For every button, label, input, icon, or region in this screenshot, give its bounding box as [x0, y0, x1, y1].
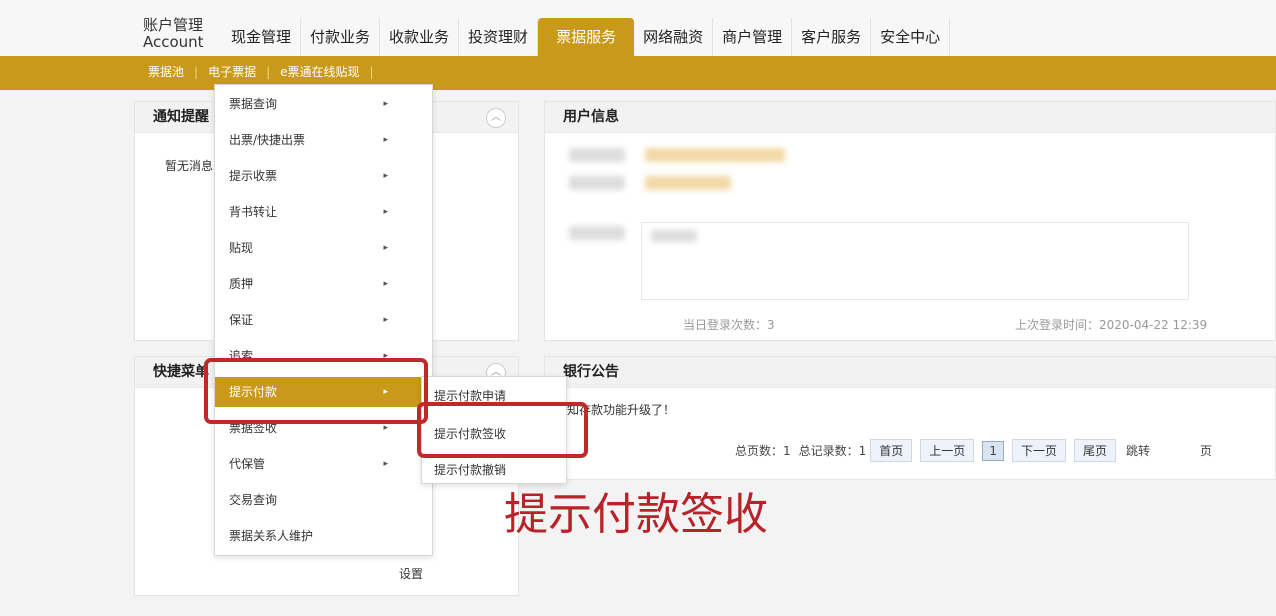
nav-tab-cash[interactable]: 现金管理: [222, 18, 302, 56]
pager-total-records: 总记录数：1: [798, 444, 867, 458]
blurred-label: [569, 226, 625, 240]
blurred-label: [569, 148, 625, 162]
main-nav: 现金管理 付款业务 收款业务 投资理财 票据服务 网络融资 商户管理 客户服务 …: [222, 18, 951, 56]
annotation-highlight-box: [204, 358, 428, 424]
pager: 总页数：1 总记录数：1 首页 上一页 1 下一页 尾页 跳转 页: [735, 439, 1212, 462]
pager-current-page[interactable]: 1: [982, 440, 1004, 461]
nav-tab-investment[interactable]: 投资理财: [459, 18, 539, 56]
nav-tab-security[interactable]: 安全中心: [871, 18, 951, 56]
pager-next-button[interactable]: 下一页: [1011, 439, 1066, 462]
menu-item-label: 提示收票: [229, 169, 278, 183]
sub-nav-separator: |: [194, 65, 199, 79]
menu-item-label: 票据关系人维护: [229, 529, 314, 543]
menu-item-custody[interactable]: 代保管 ▸: [215, 449, 432, 479]
nav-tab-payment[interactable]: 付款业务: [301, 18, 381, 56]
menu-item-party-maintenance[interactable]: 票据关系人维护: [215, 521, 432, 551]
menu-item-issue[interactable]: 出票/快捷出票 ▸: [215, 125, 432, 155]
menu-item-label: 交易查询: [229, 493, 278, 507]
pager-total-pages: 总页数：1: [735, 444, 791, 458]
collapse-up-icon[interactable]: ︿: [486, 108, 506, 128]
menu-item-bill-query[interactable]: 票据查询 ▸: [215, 89, 432, 119]
pager-last-button[interactable]: 尾页: [1073, 439, 1116, 462]
annotation-caption: 提示付款签收: [504, 489, 768, 540]
login-count: 当日登录次数：3: [683, 318, 775, 332]
nav-tab-bill-service[interactable]: 票据服务: [538, 18, 635, 56]
chevron-right-icon: ▸: [383, 243, 388, 253]
blurred-value: [645, 176, 731, 190]
nav-tab-merchant[interactable]: 商户管理: [713, 18, 793, 56]
menu-item-label: 保证: [229, 313, 254, 327]
nav-tab-customer-service[interactable]: 客户服务: [792, 18, 872, 56]
pager-page-unit: 页: [1200, 444, 1213, 458]
menu-item-label: 代保管: [229, 457, 266, 471]
chevron-right-icon: ▸: [383, 207, 388, 217]
menu-item-guarantee[interactable]: 保证 ▸: [215, 305, 432, 335]
menu-item-pledge[interactable]: 质押 ▸: [215, 269, 432, 299]
chevron-right-icon: ▸: [383, 171, 388, 181]
menu-item-label: 质押: [229, 277, 254, 291]
user-info-panel: 用户信息 当日登录次数：3 上次登录时间：2020-04-22 12:39: [544, 101, 1276, 341]
bank-notice-panel: 银行公告 通知存款功能升级了！ 总页数：1 总记录数：1 首页 上一页 1 下一…: [544, 356, 1276, 480]
submenu-item-revoke[interactable]: 提示付款撤销: [434, 461, 506, 478]
bill-dropdown-menu: 票据查询 ▸ 出票/快捷出票 ▸ 提示收票 ▸ 背书转让 ▸ 贴现 ▸ 质押 ▸ 保证 ▸ 追…: [214, 84, 433, 556]
blurred-value: [645, 148, 785, 162]
brand-line-cn: 账户管理: [143, 16, 204, 34]
menu-item-label: 出票/快捷出票: [229, 133, 306, 147]
chevron-right-icon: ▸: [383, 135, 388, 145]
last-login-time: 上次登录时间：2020-04-22 12:39: [1015, 318, 1208, 332]
chevron-right-icon: ▸: [383, 99, 388, 109]
pager-jump-button[interactable]: 跳转: [1126, 442, 1150, 459]
menu-item-receive[interactable]: 提示收票 ▸: [215, 161, 432, 191]
pager-prev-button[interactable]: 上一页: [920, 439, 975, 462]
menu-item-discount[interactable]: 贴现 ▸: [215, 233, 432, 263]
sub-nav-bar: 票据池 | 电子票据 | e票通在线贴现 |: [0, 56, 1276, 90]
nav-tab-financing[interactable]: 网络融资: [634, 18, 714, 56]
sub-nav-bill-pool[interactable]: 票据池: [148, 56, 184, 90]
menu-item-transaction-query[interactable]: 交易查询: [215, 485, 432, 515]
brand-account[interactable]: 账户管理 Account: [143, 17, 204, 51]
chevron-right-icon: ▸: [383, 279, 388, 289]
menu-item-label: 贴现: [229, 241, 254, 255]
brand-line-en: Account: [143, 33, 204, 51]
menu-item-label: 背书转让: [229, 205, 278, 219]
blurred-label: [569, 176, 625, 190]
top-header: 账户管理 Account 现金管理 付款业务 收款业务 投资理财 票据服务 网络…: [0, 0, 1276, 56]
chevron-right-icon: ▸: [383, 459, 388, 469]
annotation-highlight-box: [417, 402, 588, 458]
notice-empty-text: 暂无消息: [165, 159, 214, 173]
nav-tab-receipt[interactable]: 收款业务: [380, 18, 460, 56]
bank-notice-title: 银行公告: [545, 357, 1275, 388]
pager-first-button[interactable]: 首页: [870, 439, 913, 462]
shortcut-settings-link[interactable]: 设置: [399, 565, 423, 582]
menu-item-label: 票据查询: [229, 97, 278, 111]
chevron-right-icon: ▸: [383, 315, 388, 325]
user-info-title: 用户信息: [545, 102, 1275, 133]
user-detail-box: [641, 222, 1189, 300]
menu-item-endorse[interactable]: 背书转让 ▸: [215, 197, 432, 227]
